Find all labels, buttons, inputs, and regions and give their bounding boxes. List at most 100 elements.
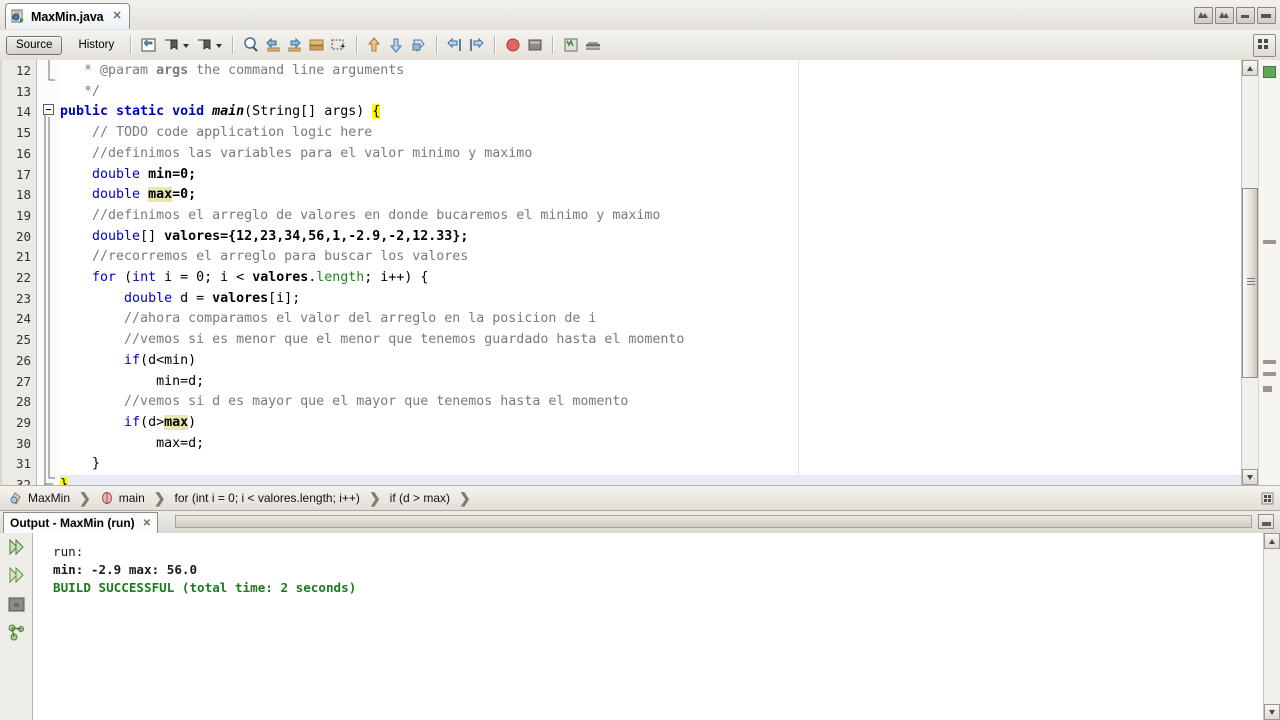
window-controls: [1194, 7, 1276, 24]
breadcrumb-item-if[interactable]: if (d > max): [390, 491, 450, 505]
breadcrumb-item-class[interactable]: MaxMin: [8, 491, 70, 506]
toolbar-separator-5: [494, 36, 497, 54]
previous-bookmark-icon[interactable]: [161, 35, 181, 55]
chevron-down-icon-2[interactable]: [215, 35, 224, 55]
start-macro-recording-icon[interactable]: [409, 35, 429, 55]
code-line: //vemos si d es mayor que el mayor que t…: [60, 394, 629, 410]
line-number: 25: [15, 332, 31, 348]
code-line: if(d>max): [124, 414, 197, 430]
uncomment-icon[interactable]: [583, 35, 603, 55]
output-vertical-scrollbar[interactable]: [1263, 533, 1280, 720]
breadcrumb-separator-1: ❯: [79, 490, 91, 506]
status-ok-indicator: [1263, 66, 1276, 78]
code-line: for (int i = 0; i < valores.length; i++)…: [92, 270, 429, 285]
rerun-icon[interactable]: [6, 537, 27, 558]
output-scroll-up-button[interactable]: [1264, 533, 1280, 549]
code-line: double d = valores[i];: [124, 290, 301, 306]
settings-icon[interactable]: [6, 622, 27, 643]
toolbar-separator-4: [436, 36, 439, 54]
code-line: double[] valores={12,23,34,56,1,-2.9,-2,…: [92, 228, 469, 244]
breadcrumb-label-if: if (d > max): [389, 491, 451, 505]
scroll-up-button[interactable]: [1242, 60, 1258, 76]
toggle-rectangular-select-icon[interactable]: [329, 35, 349, 55]
breadcrumb: MaxMin ❯ main ❯ for (int i = 0; i < valo…: [0, 485, 1280, 511]
line-number: 17: [15, 166, 31, 182]
minimize-window-icon[interactable]: [1258, 514, 1274, 529]
output-line: run:: [53, 544, 84, 559]
rerun-alt-icon[interactable]: [6, 565, 27, 586]
breadcrumb-separator-3: ❯: [368, 490, 381, 506]
breadcrumb-item-for-loop[interactable]: for (int i = 0; i < valores.length; i++): [175, 491, 360, 505]
output-line: BUILD SUCCESSFUL (total time: 2 seconds): [53, 580, 357, 595]
current-line-highlight: [60, 475, 1280, 485]
window-restore-right-button[interactable]: [1215, 7, 1234, 24]
line-number: 13: [15, 83, 31, 99]
shift-line-left-icon[interactable]: [365, 35, 385, 55]
output-text-area[interactable]: run: min: -2.9 max: 56.0 BUILD SUCCESSFUL …: [33, 533, 1263, 720]
close-icon[interactable]: ✕: [143, 518, 151, 529]
code-fold-column[interactable]: [38, 60, 60, 485]
shift-line-right-icon[interactable]: [387, 35, 407, 55]
tab-history-label: History: [78, 39, 115, 51]
toggle-highlight-search-icon[interactable]: [307, 35, 327, 55]
tab-source[interactable]: Source: [6, 35, 63, 55]
line-number: 22: [15, 270, 31, 285]
window-minimize-button[interactable]: [1236, 7, 1255, 24]
scroll-down-button[interactable]: [1242, 469, 1258, 485]
output-side-toolbar: [0, 533, 33, 720]
scrollbar-thumb[interactable]: [1242, 188, 1258, 378]
output-scroll-down-button[interactable]: [1264, 704, 1280, 720]
output-tab-row: Output - MaxMin (run) ✕: [0, 511, 1280, 534]
comment-icon[interactable]: [561, 35, 581, 55]
class-icon: [10, 491, 21, 505]
source-editor[interactable]: 12 13 14 15 16 17 18 19 20 21 22 23 24 25 26 27 28 29 30 31…: [0, 60, 1280, 485]
tab-history[interactable]: History: [68, 36, 124, 55]
find-next-icon[interactable]: [285, 35, 305, 55]
toggle-rectangular-selection-icon[interactable]: [139, 35, 159, 55]
window-restore-left-button[interactable]: [1194, 7, 1213, 24]
output-tab[interactable]: Output - MaxMin (run) ✕: [3, 512, 159, 533]
toolbar-separator-3: [356, 36, 359, 54]
next-bookmark-icon[interactable]: [194, 35, 214, 55]
window-maximize-button[interactable]: [1257, 7, 1276, 24]
toggle-breakpoint-icon[interactable]: [503, 35, 523, 55]
line-number: 21: [15, 249, 31, 265]
line-number: 20: [15, 228, 31, 244]
line-number: 18: [15, 187, 31, 203]
editor-tab-label: MaxMin.java: [31, 9, 104, 24]
stop-icon[interactable]: [6, 594, 27, 615]
editor-vertical-scrollbar[interactable]: [1241, 60, 1258, 485]
close-icon[interactable]: ✕: [113, 11, 122, 22]
method-icon: [101, 492, 112, 504]
output-tab-drag-area[interactable]: [175, 515, 1252, 528]
chevron-down-icon[interactable]: [182, 35, 191, 55]
line-number: 16: [15, 145, 31, 161]
code-text-area[interactable]: * @param args the command line arguments…: [60, 60, 1280, 485]
find-previous-icon[interactable]: [263, 35, 283, 55]
next-error-icon[interactable]: [467, 35, 487, 55]
line-number: 26: [15, 352, 31, 368]
breadcrumb-label-method: main: [118, 491, 145, 505]
code-line: if(d<min): [124, 352, 197, 368]
code-line: max=d;: [156, 435, 205, 451]
fold-toggle-line-14[interactable]: [43, 104, 54, 115]
find-selection-icon[interactable]: [241, 35, 261, 55]
toolbar-separator: [130, 36, 133, 54]
toolbar-separator-2: [232, 36, 235, 54]
previous-error-icon[interactable]: [445, 35, 465, 55]
right-margin-line: [798, 60, 799, 485]
editor-tab-maxmin-java[interactable]: MaxMin.java ✕: [5, 3, 130, 29]
line-number: 24: [15, 311, 31, 327]
code-line: //definimos las variables para el valor …: [60, 145, 533, 161]
annotation-strip[interactable]: [1258, 60, 1280, 485]
breadcrumb-item-method[interactable]: main: [100, 491, 145, 505]
output-window: Output - MaxMin (run) ✕ run: min: -2.9 m…: [0, 511, 1280, 720]
code-line: * @param args the command line arguments: [60, 63, 405, 78]
stop-macro-recording-icon[interactable]: [525, 35, 545, 55]
expand-icon[interactable]: [1259, 490, 1275, 506]
line-number: 12: [15, 63, 31, 78]
maximize-editor-icon[interactable]: [1253, 34, 1276, 57]
annotation-mark-2: [1263, 360, 1276, 364]
line-number: 29: [15, 414, 31, 430]
code-line: min=d;: [156, 373, 205, 389]
